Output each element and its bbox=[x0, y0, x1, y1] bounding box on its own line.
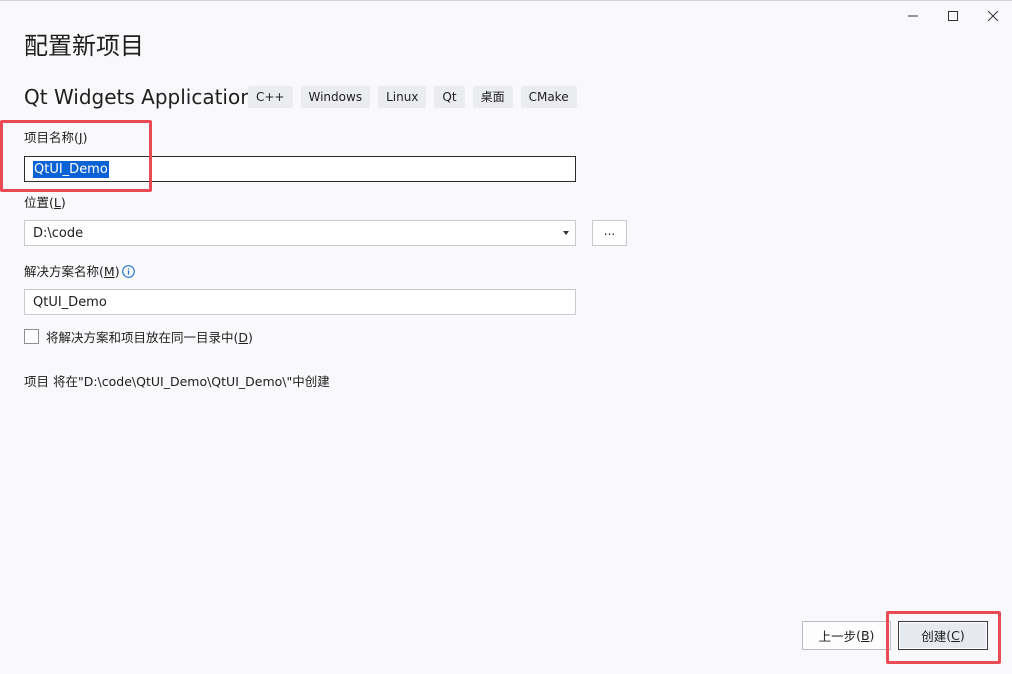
tag-qt: Qt bbox=[434, 86, 465, 108]
solution-name-input[interactable]: QtUI_Demo bbox=[24, 289, 576, 315]
tag-windows: Windows bbox=[300, 86, 371, 108]
maximize-icon bbox=[948, 11, 958, 21]
configure-project-window: 配置新项目 Qt Widgets Application C++ Windows… bbox=[0, 0, 1012, 674]
tag-linux: Linux bbox=[378, 86, 427, 108]
back-button[interactable]: 上一步(B) bbox=[802, 621, 891, 650]
browse-button[interactable]: ... bbox=[592, 220, 627, 246]
solution-name-value: QtUI_Demo bbox=[33, 294, 107, 310]
solution-name-label: 解决方案名称(M) bbox=[24, 264, 120, 279]
create-button[interactable]: 创建(C) bbox=[898, 621, 988, 650]
project-path-info: 项目 将在"D:\code\QtUI_Demo\QtUI_Demo\"中创建 bbox=[24, 374, 330, 389]
maximize-button[interactable] bbox=[933, 5, 973, 27]
template-tags: C++ Windows Linux Qt 桌面 CMake bbox=[248, 86, 577, 108]
close-button[interactable] bbox=[973, 5, 1012, 27]
tag-cmake: CMake bbox=[520, 86, 577, 108]
info-icon[interactable] bbox=[122, 265, 135, 278]
chevron-down-icon[interactable] bbox=[563, 231, 569, 235]
template-name: Qt Widgets Application bbox=[24, 85, 253, 109]
minimize-icon bbox=[908, 15, 918, 17]
location-value: D:\code bbox=[33, 225, 84, 241]
project-name-value: QtUI_Demo bbox=[33, 160, 109, 178]
close-icon bbox=[987, 10, 999, 22]
project-name-input[interactable]: QtUI_Demo bbox=[24, 156, 576, 182]
tag-desktop: 桌面 bbox=[472, 86, 513, 108]
page-title: 配置新项目 bbox=[24, 32, 144, 60]
project-name-label: 项目名称(J) bbox=[24, 130, 88, 145]
minimize-button[interactable] bbox=[893, 5, 933, 27]
tag-cpp: C++ bbox=[248, 86, 293, 108]
same-directory-checkbox-label[interactable]: 将解决方案和项目放在同一目录中(D) bbox=[46, 329, 253, 346]
location-combobox[interactable]: D:\code bbox=[24, 220, 576, 246]
location-label: 位置(L) bbox=[24, 195, 66, 210]
same-directory-checkbox[interactable] bbox=[24, 329, 39, 344]
